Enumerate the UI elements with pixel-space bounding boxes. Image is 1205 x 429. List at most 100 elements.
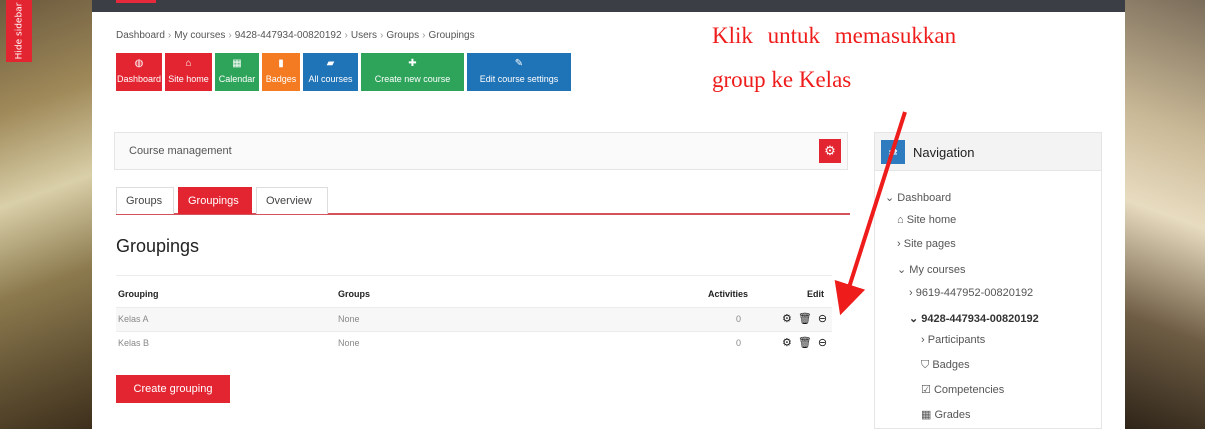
settings-gear-button[interactable]: ⚙ <box>819 139 841 163</box>
delete-icon[interactable]: 🗑 <box>798 312 812 325</box>
dashboard-icon: ◍ <box>134 58 144 69</box>
tab-groups[interactable]: Groups <box>116 187 174 214</box>
shield-icon: ⛉ <box>921 359 930 371</box>
bookmark-icon: ▮ <box>278 58 284 69</box>
annotation-line-2: group ke Kelas <box>712 67 852 92</box>
breadcrumb-groupings: Groupings <box>428 30 475 41</box>
quicknav-label: Edit course settings <box>479 74 559 84</box>
table-row: Kelas B None 0 ⚙ 🗑 ⊖ <box>116 331 832 355</box>
quicknav-label: Create new course <box>374 74 451 84</box>
annotation-text: Klik untuk memasukkan group ke Kelas <box>712 14 1042 102</box>
page-title: Groupings <box>116 236 200 256</box>
tab-overview[interactable]: Overview <box>256 187 328 214</box>
breadcrumb-groups[interactable]: Groups <box>386 30 419 41</box>
quick-nav-bar: ◍ Dashboard ⌂ Site home ▦ Calendar ▮ Bad… <box>116 53 571 91</box>
chevron-down-icon: ⌄ <box>885 192 895 204</box>
gear-icon: ⚙ <box>824 143 836 158</box>
plus-icon: ✚ <box>408 58 417 69</box>
chevron-down-icon: ⌄ <box>897 264 907 276</box>
groupings-table: Grouping Groups Activities Edit Kelas A … <box>116 275 832 355</box>
navigation-title: Navigation <box>913 145 975 160</box>
nav-item-participants[interactable]: › Participants <box>921 334 985 346</box>
checkbox-icon: ☑ <box>921 384 931 396</box>
quicknav-all-courses-button[interactable]: ▰ All courses <box>303 53 358 91</box>
home-icon: ⌂ <box>897 214 904 226</box>
delete-icon[interactable]: 🗑 <box>798 336 812 349</box>
nav-item-label: Badges <box>932 359 970 371</box>
breadcrumb-separator: › <box>422 30 426 41</box>
nav-item-label: Competencies <box>933 384 1005 396</box>
nav-item-label: 9428-447934-00820192 <box>921 313 1039 325</box>
nav-item-label: My courses <box>909 264 966 276</box>
chevron-right-icon: › <box>921 334 925 346</box>
tab-groupings[interactable]: Groupings <box>178 187 252 214</box>
header-groups: Groups <box>338 289 371 299</box>
breadcrumb-dashboard[interactable]: Dashboard <box>116 30 165 41</box>
quicknav-site-home-button[interactable]: ⌂ Site home <box>165 53 212 91</box>
calendar-icon: ▦ <box>232 58 242 69</box>
nav-item-course-9619[interactable]: › 9619-447952-00820192 <box>909 287 1033 299</box>
nav-item-grades[interactable]: ▦ Grades <box>921 408 971 421</box>
book-icon: ▰ <box>326 58 335 69</box>
header-grouping: Grouping <box>118 289 159 299</box>
breadcrumb-separator: › <box>167 30 172 41</box>
row-activities: 0 <box>736 338 742 348</box>
create-grouping-button[interactable]: Create grouping <box>116 375 230 403</box>
navigation-block: ⇄ Navigation ⌄ Dashboard ⌂ Site home › S… <box>874 132 1102 429</box>
navigation-icon: ⇄ <box>881 140 905 164</box>
home-icon: ⌂ <box>185 58 192 69</box>
nav-item-my-courses[interactable]: ⌄ My courses <box>897 263 966 276</box>
nav-item-label: Grades <box>934 409 971 421</box>
breadcrumb-course[interactable]: 9428-447934-00820192 <box>235 30 342 41</box>
row-groups: None <box>338 338 360 348</box>
chevron-down-icon: ⌄ <box>909 313 919 325</box>
hide-sidebar-label: Hide sidebar <box>14 2 24 60</box>
nav-item-label: Participants <box>927 334 986 346</box>
nav-item-label: Dashboard <box>897 192 952 204</box>
settings-icon[interactable]: ⚙ <box>782 312 792 325</box>
nav-item-badges[interactable]: ⛉ Badges <box>921 359 970 372</box>
quicknav-dashboard-button[interactable]: ◍ Dashboard <box>116 53 162 91</box>
quicknav-badges-button[interactable]: ▮ Badges <box>262 53 300 91</box>
edit-icon: ✎ <box>514 58 524 69</box>
quicknav-label: Dashboard <box>116 74 162 84</box>
background-right <box>1125 0 1205 429</box>
breadcrumb-separator: › <box>379 30 384 41</box>
breadcrumb-separator: › <box>344 30 348 41</box>
settings-icon[interactable]: ⚙ <box>782 336 792 349</box>
quicknav-calendar-button[interactable]: ▦ Calendar <box>215 53 259 91</box>
header-activities: Activities <box>708 289 749 299</box>
show-groups-icon[interactable]: ⊖ <box>818 312 827 325</box>
nav-item-label: 9619-447952-00820192 <box>915 287 1034 299</box>
annotation-line-1: Klik untuk memasukkan <box>712 23 957 48</box>
header-edit: Edit <box>807 289 824 299</box>
quicknav-edit-settings-button[interactable]: ✎ Edit course settings <box>467 53 571 91</box>
nav-item-site-home[interactable]: ⌂ Site home <box>897 214 956 226</box>
navigation-header: ⇄ Navigation <box>875 133 1101 171</box>
row-grouping-name: Kelas A <box>118 314 149 324</box>
nav-item-label: Site pages <box>903 238 956 250</box>
quicknav-label: Badges <box>265 74 297 84</box>
show-groups-icon[interactable]: ⊖ <box>818 336 827 349</box>
quicknav-label: Calendar <box>218 74 256 84</box>
quicknav-create-course-button[interactable]: ✚ Create new course <box>361 53 464 91</box>
breadcrumb-my-courses[interactable]: My courses <box>174 30 225 41</box>
chevron-right-icon: › <box>897 238 901 250</box>
nav-item-label: Site home <box>906 214 957 226</box>
top-navbar <box>92 0 1125 12</box>
row-edit-actions: ⚙ 🗑 ⊖ <box>782 336 827 349</box>
table-header-row: Grouping Groups Activities Edit <box>116 275 832 307</box>
chevron-right-icon: › <box>909 287 913 299</box>
breadcrumb: Dashboard › My courses › 9428-447934-0082019… <box>116 30 475 41</box>
nav-item-competencies[interactable]: ☑ Competencies <box>921 383 1004 396</box>
nav-item-site-pages[interactable]: › Site pages <box>897 238 956 250</box>
breadcrumb-separator: › <box>228 30 232 41</box>
quicknav-label: All courses <box>308 74 353 84</box>
nav-item-course-9428[interactable]: ⌄ 9428-447934-00820192 <box>909 312 1039 325</box>
hide-sidebar-button[interactable]: Hide sidebar <box>6 0 32 62</box>
course-management-box: Course management ⚙ <box>114 132 848 170</box>
nav-item-dashboard[interactable]: ⌄ Dashboard <box>885 191 951 204</box>
breadcrumb-users[interactable]: Users <box>351 30 377 41</box>
table-row: Kelas A None 0 ⚙ 🗑 ⊖ <box>116 307 832 331</box>
course-management-label: Course management <box>129 145 232 157</box>
